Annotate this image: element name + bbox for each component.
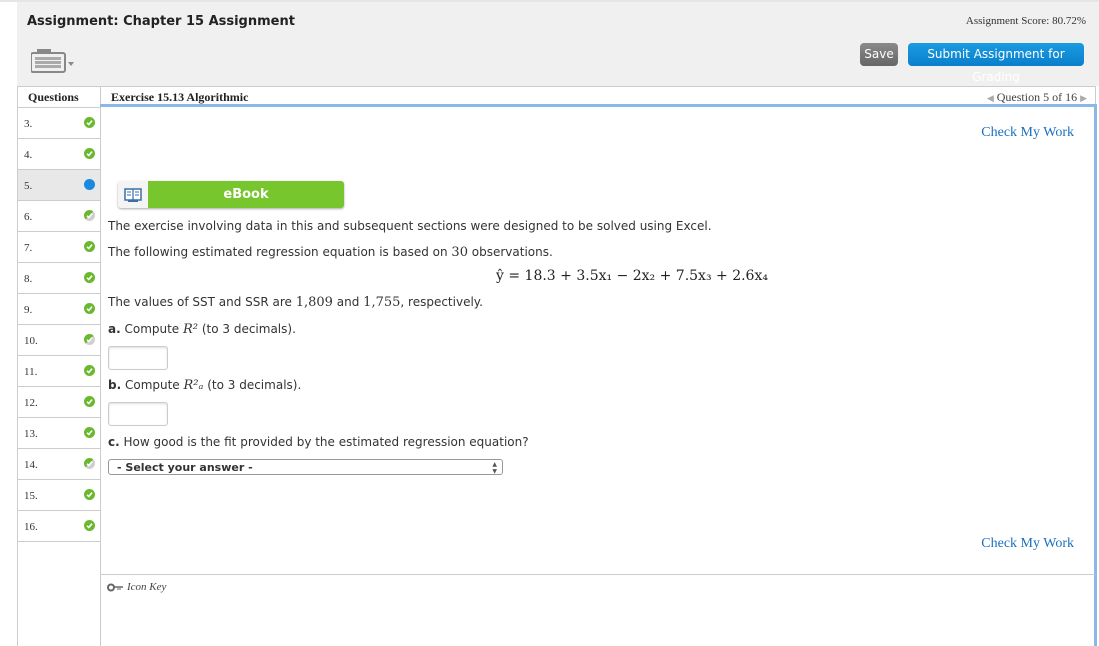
partial-credit-icon xyxy=(84,334,95,345)
question-number: 11. xyxy=(24,366,38,378)
question-number: 4. xyxy=(24,149,33,161)
partial-credit-icon xyxy=(84,210,95,221)
part-c-text: How good is the fit provided by the esti… xyxy=(119,435,529,449)
keyboard-icon[interactable] xyxy=(30,49,77,73)
save-button[interactable]: Save xyxy=(860,43,898,66)
question-item[interactable]: 14. xyxy=(18,449,101,480)
next-question-icon[interactable]: ▶ xyxy=(1080,93,1087,103)
r-squared-input[interactable] xyxy=(108,346,168,370)
question-number: 12. xyxy=(24,397,38,409)
question-item[interactable]: 5. xyxy=(18,170,101,201)
part-b-prompt: b. Compute R²ₐ (to 3 decimals). xyxy=(108,378,301,393)
ebook-label: eBook xyxy=(148,181,344,208)
check-my-work-link-top[interactable]: Check My Work xyxy=(981,125,1074,141)
sst-and: and xyxy=(332,295,364,309)
question-number: 15. xyxy=(24,490,38,502)
correct-check-icon xyxy=(84,427,95,438)
correct-check-icon xyxy=(84,303,95,314)
question-number: 16. xyxy=(24,521,38,533)
part-a-prompt: a. Compute R² (to 3 decimals). xyxy=(108,322,296,337)
book-icon xyxy=(118,181,148,208)
question-item[interactable]: 4. xyxy=(18,139,101,170)
key-icon xyxy=(107,583,123,591)
question-item[interactable]: 8. xyxy=(18,263,101,294)
sst-suffix: , respectively. xyxy=(400,295,483,309)
question-item[interactable]: 16. xyxy=(18,511,101,542)
question-item[interactable]: 3. xyxy=(18,108,101,139)
question-item[interactable]: 9. xyxy=(18,294,101,325)
question-item[interactable]: 6. xyxy=(18,201,101,232)
r-squared-symbol: R² xyxy=(183,322,199,337)
regression-equation: ŷ = 18.3 + 3.5x₁ − 2x₂ + 7.5x₃ + 2.6x₄ xyxy=(496,268,768,284)
question-number: 7. xyxy=(24,242,33,254)
question-content: Check My Work eBook The exercise involvi… xyxy=(100,107,1095,646)
correct-check-icon xyxy=(84,489,95,500)
correct-check-icon xyxy=(84,272,95,283)
question-number: 9. xyxy=(24,304,33,316)
question-number: 3. xyxy=(24,118,33,130)
part-c-label: c. xyxy=(108,435,120,449)
correct-check-icon xyxy=(84,117,95,128)
part-b-label: b. xyxy=(108,378,122,392)
previous-question-icon[interactable]: ◀ xyxy=(987,93,994,103)
content-divider xyxy=(101,574,1095,575)
select-arrows-icon: ▲ ▼ xyxy=(492,461,497,475)
assignment-header: Assignment: Chapter 15 Assignment Assign… xyxy=(17,2,1099,86)
icon-key-link[interactable]: Icon Key xyxy=(107,581,166,593)
partial-credit-icon xyxy=(84,458,95,469)
question-item[interactable]: 15. xyxy=(18,480,101,511)
observations-count: 30 xyxy=(451,245,468,260)
correct-check-icon xyxy=(84,520,95,531)
question-item[interactable]: 12. xyxy=(18,387,101,418)
ssr-value: 1,755 xyxy=(363,295,401,310)
assignment-title: Assignment: Chapter 15 Assignment xyxy=(27,14,295,29)
part-a-text: Compute xyxy=(120,322,184,336)
adjusted-r-squared-symbol: R²ₐ xyxy=(183,378,204,393)
question-number: 14. xyxy=(24,459,38,471)
sst-value: 1,809 xyxy=(295,295,333,310)
question-number: 10. xyxy=(24,335,38,347)
question-number: 5. xyxy=(24,180,33,192)
sst-ssr-text: The values of SST and SSR are 1,809 and … xyxy=(108,295,483,310)
sst-intro: The values of SST and SSR are xyxy=(108,295,296,309)
part-a-label: a. xyxy=(108,322,121,336)
correct-check-icon xyxy=(84,148,95,159)
ebook-button[interactable]: eBook xyxy=(118,181,344,208)
question-number: 13. xyxy=(24,428,38,440)
correct-check-icon xyxy=(84,241,95,252)
part-b-text: Compute xyxy=(121,378,184,392)
part-a-suffix: (to 3 decimals). xyxy=(198,322,296,336)
question-number: 8. xyxy=(24,273,33,285)
question-item[interactable]: 10. xyxy=(18,325,101,356)
questions-heading: Questions xyxy=(18,86,101,108)
assignment-score: Assignment Score: 80.72% xyxy=(965,15,1086,27)
question-item[interactable]: 11. xyxy=(18,356,101,387)
question-navigator: ◀ Question 5 of 16 ▶ xyxy=(987,90,1087,105)
fit-quality-select[interactable]: - Select your answer - ▲ ▼ xyxy=(108,459,503,475)
equation-intro: The following estimated regression equat… xyxy=(108,245,553,260)
correct-check-icon xyxy=(84,396,95,407)
intro-text: The exercise involving data in this and … xyxy=(108,219,712,233)
question-item[interactable]: 7. xyxy=(18,232,101,263)
equation-intro-suffix: observations. xyxy=(467,245,553,259)
question-number: 6. xyxy=(24,211,33,223)
part-b-suffix: (to 3 decimals). xyxy=(203,378,302,392)
icon-key-label: Icon Key xyxy=(127,581,167,593)
check-my-work-link-bottom[interactable]: Check My Work xyxy=(981,536,1074,552)
question-position: Question 5 of 16 xyxy=(996,90,1078,104)
part-c-prompt: c. How good is the fit provided by the e… xyxy=(108,435,529,449)
submit-assignment-button[interactable]: Submit Assignment for Grading xyxy=(908,43,1084,84)
equation-intro-text: The following estimated regression equat… xyxy=(108,245,452,259)
adjusted-r-squared-input[interactable] xyxy=(108,402,168,426)
correct-check-icon xyxy=(84,365,95,376)
question-item[interactable]: 13. xyxy=(18,418,101,449)
questions-sidebar: Questions 3. 4. 5. 6. 7. 8. 9. 10. 11. 12. 13. 14. 1… xyxy=(17,86,101,646)
exercise-title: Exercise 15.13 Algorithmic xyxy=(111,90,249,104)
current-question-icon xyxy=(84,179,95,190)
select-value: - Select your answer - xyxy=(117,461,253,474)
